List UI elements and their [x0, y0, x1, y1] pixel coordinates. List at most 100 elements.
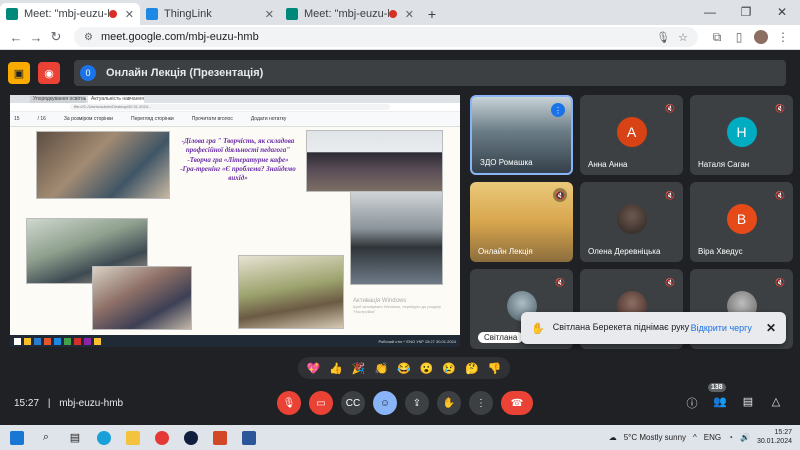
mic-off-icon: 🔇 — [775, 103, 785, 113]
reaction-sad[interactable]: 😢 — [442, 362, 456, 375]
app-icon — [84, 337, 91, 345]
mic-off-icon: 🔇 — [775, 190, 785, 200]
windows-start-icon[interactable] — [6, 427, 28, 449]
present-button[interactable]: ⇪ — [405, 391, 429, 415]
browser-tab-strip: Meet: "mbj-euzu-hmb" ✕ ThingLink ✕ Meet:… — [0, 0, 800, 25]
reactions-bar: 💖 👍 🎉 👏 😂 😮 😢 🤔 👎 — [298, 357, 510, 379]
presentation-bar: 0 Онлайн Лекція (Презентація) — [74, 60, 786, 86]
bookmark-star-icon[interactable]: ☆ — [678, 31, 688, 44]
task-view-icon[interactable]: ▤ — [64, 427, 86, 449]
open-queue-link[interactable]: Відкрити чергу — [691, 323, 752, 333]
end-call-button[interactable]: ☎ — [501, 391, 533, 415]
close-tab-icon[interactable]: ✕ — [125, 8, 134, 21]
window-controls: — ❐ ✕ — [692, 0, 800, 25]
extensions-icon[interactable]: ⧉ — [706, 30, 728, 45]
tray-overflow-icon[interactable]: ^ — [693, 433, 697, 442]
raise-hand-button[interactable]: ✋ — [437, 391, 461, 415]
reaction-thumbs-down[interactable]: 👎 — [488, 362, 502, 375]
activities-icon[interactable]: △ — [762, 395, 790, 411]
camera-off-button[interactable]: ▭ — [309, 391, 333, 415]
raised-hand-icon: ✋ — [531, 322, 545, 335]
chat-icon[interactable]: ▤ — [734, 395, 762, 411]
raised-hand-notification: ✋ Світлана Берекета піднімає руку Відкри… — [521, 312, 786, 344]
more-options-button[interactable]: ⋮ — [469, 391, 493, 415]
volume-icon[interactable]: 🔊 — [740, 433, 750, 442]
slide-photo — [306, 130, 443, 192]
meet-favicon-icon — [6, 8, 18, 20]
new-tab-button[interactable]: + — [420, 3, 444, 25]
profile-avatar[interactable] — [754, 30, 768, 44]
wifi-icon[interactable]: ◔ — [728, 433, 733, 442]
mic-off-button[interactable]: 🎙 — [277, 391, 301, 415]
forward-icon[interactable]: → — [26, 30, 46, 45]
file-explorer-icon[interactable] — [122, 427, 144, 449]
close-tab-icon[interactable]: ✕ — [265, 8, 274, 21]
reaction-thinking[interactable]: 🤔 — [465, 362, 479, 375]
minimize-icon[interactable]: — — [692, 0, 728, 25]
reaction-thumbs-up[interactable]: 👍 — [329, 362, 343, 375]
folder-icon — [24, 337, 31, 345]
people-icon[interactable]: 👥 138 — [706, 383, 734, 411]
close-window-icon[interactable]: ✕ — [764, 0, 800, 25]
reload-icon[interactable]: ↻ — [46, 29, 66, 45]
mic-off-icon: 🔇 — [775, 277, 785, 287]
participant-tile[interactable]: 🔇 Н Наталя Саган — [690, 95, 793, 175]
back-icon[interactable]: ← — [6, 30, 26, 45]
reaction-laugh[interactable]: 😂 — [397, 362, 411, 375]
info-icon[interactable]: ⓘ — [678, 395, 706, 411]
sidebar-icon[interactable]: ▯ — [728, 30, 750, 44]
close-icon[interactable]: ✕ — [766, 321, 776, 335]
participant-count-badge: 138 — [708, 383, 726, 392]
slide-photo — [350, 191, 443, 285]
participant-tile[interactable]: ⋮ ЗДО Ромашка — [470, 95, 573, 175]
mic-off-icon: 🔇 — [665, 277, 675, 287]
speaking-indicator-icon: ⋮ — [551, 103, 565, 117]
chrome-icon[interactable] — [151, 427, 173, 449]
app-icon[interactable] — [180, 427, 202, 449]
participant-photo — [616, 204, 647, 234]
taskbar-clock[interactable]: 15:27 30.01.2024 — [757, 429, 792, 446]
browser-tab-meet-1[interactable]: Meet: "mbj-euzu-hmb" ✕ — [0, 3, 140, 25]
close-tab-icon[interactable]: ✕ — [405, 8, 414, 21]
reaction-party[interactable]: 🎉 — [352, 362, 366, 375]
present-mode-icon[interactable]: ▣ — [8, 62, 30, 84]
chrome-icon — [94, 337, 101, 345]
site-info-icon[interactable]: ⚙ — [84, 32, 93, 43]
app-icon — [64, 337, 71, 345]
restore-icon[interactable]: ❐ — [728, 0, 764, 25]
participant-tile[interactable]: 🔇 А Анна Анна — [580, 95, 683, 175]
participant-tile[interactable]: 🔇 Олена Деревніцька — [580, 182, 683, 262]
app-icon — [74, 337, 81, 345]
reaction-clap[interactable]: 👏 — [374, 362, 388, 375]
recording-button[interactable]: ◉ — [38, 62, 60, 84]
shared-taskbar: Робочий стіл ^ ENG УКР 15:27 30.01.2024 — [10, 335, 460, 347]
mic-off-icon: 🔇 — [555, 277, 565, 287]
system-tray: ☁ 5°C Mostly sunny ^ ENG ◔ 🔊 15:27 30.01… — [608, 429, 792, 446]
app-icon — [34, 337, 41, 345]
edge-icon[interactable] — [93, 427, 115, 449]
recording-icon — [388, 10, 397, 18]
address-bar[interactable]: ⚙ meet.google.com/mbj-euzu-hmb 🎙 ☆ — [74, 27, 698, 47]
reaction-surprised[interactable]: 😮 — [420, 362, 434, 375]
search-icon[interactable]: ⌕ — [35, 427, 57, 449]
windows-activation-watermark: Активація Windows Щоб активувати Windows… — [353, 298, 442, 314]
slide-photo — [36, 131, 170, 199]
participant-tile[interactable]: 🔇 Онлайн Лекція — [470, 182, 573, 262]
browser-menu-icon[interactable]: ⋮ — [772, 30, 794, 44]
slide-text: -Ділова гра " Творчість, як складова про… — [180, 137, 296, 182]
meeting-info: 15:27 | mbj-euzu-hmb — [14, 397, 124, 409]
reaction-heart[interactable]: 💖 — [306, 362, 320, 375]
browser-tab-meet-2[interactable]: Meet: "mbj-euzu-hmb" ✕ — [280, 3, 420, 25]
shared-address-bar: file:///C:/Users/admin/Desktop/30.01.202… — [10, 103, 460, 112]
participant-tile[interactable]: 🔇 В Віра Хведус — [690, 182, 793, 262]
mic-permission-icon[interactable]: 🎙 — [656, 31, 670, 44]
reactions-button[interactable]: ☺ — [373, 391, 397, 415]
shared-browser-tabs: Упорядкування освітньої... Актуальність … — [10, 95, 460, 103]
captions-button[interactable]: CC — [341, 391, 365, 415]
word-icon[interactable] — [238, 427, 260, 449]
browser-tab-thinglink[interactable]: ThingLink ✕ — [140, 3, 280, 25]
powerpoint-icon[interactable] — [209, 427, 231, 449]
meet-top-bar: ▣ ◉ 0 Онлайн Лекція (Презентація) — [0, 58, 800, 88]
meet-side-controls: ⓘ 👥 138 ▤ △ — [678, 383, 790, 411]
call-controls: 🎙 ▭ CC ☺ ⇪ ✋ ⋮ ☎ — [277, 391, 541, 415]
